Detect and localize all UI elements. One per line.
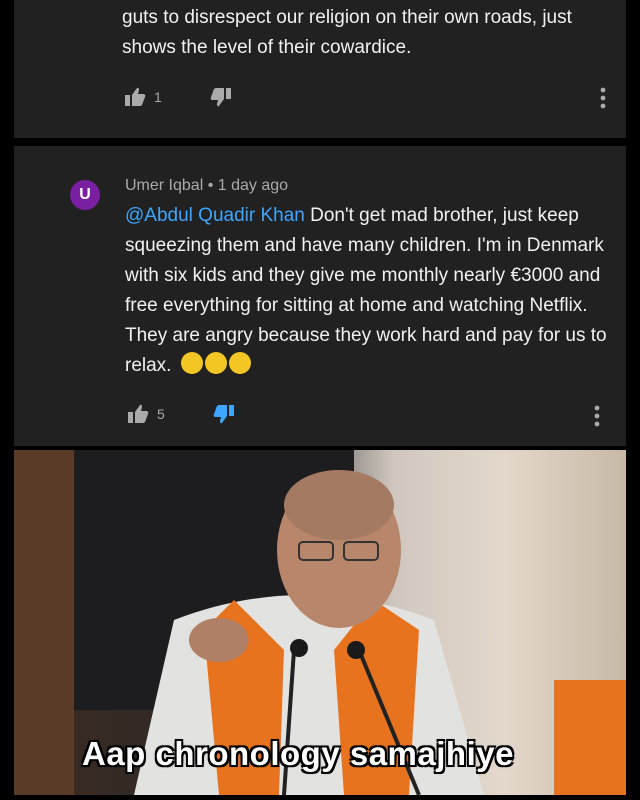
comment-text: @Abdul Quadir Khan Don't get mad brother… <box>125 201 615 381</box>
comment-actions: 1 <box>122 84 234 110</box>
comment-meta: Umer Iqbal • 1 day ago <box>125 177 288 195</box>
comment-body: Don't get mad brother, just keep squeezi… <box>125 205 607 376</box>
meme-image: Aap chronology samajhiye <box>14 450 626 795</box>
like-count: 1 <box>154 89 162 105</box>
thumbs-up-icon[interactable] <box>122 84 148 110</box>
comment-time: 1 day ago <box>217 177 289 194</box>
author-name[interactable]: Umer Iqbal <box>125 177 203 194</box>
laughing-emoji-group <box>180 352 253 376</box>
comment-text: guts to disrespect our religion on their… <box>122 7 572 58</box>
comment-card-previous: guts to disrespect our religion on their… <box>14 0 626 138</box>
meme-caption: Aap chronology samajhiye <box>82 735 514 772</box>
avatar[interactable]: U <box>70 180 100 210</box>
more-options-icon[interactable] <box>592 404 602 428</box>
thumbs-down-icon[interactable] <box>211 401 237 427</box>
comment-actions: 5 <box>125 401 237 427</box>
laughing-emoji-icon <box>228 352 251 374</box>
more-options-icon[interactable] <box>598 86 608 110</box>
laughing-emoji-icon <box>204 352 227 374</box>
thumbs-down-icon[interactable] <box>208 84 234 110</box>
like-count: 5 <box>157 406 165 422</box>
laughing-emoji-icon <box>180 352 203 374</box>
meta-separator: • <box>207 177 214 194</box>
comment-card-reply: U Umer Iqbal • 1 day ago @Abdul Quadir K… <box>14 146 626 446</box>
mention-link[interactable]: @Abdul Quadir Khan <box>125 205 305 226</box>
thumbs-up-icon[interactable] <box>125 401 151 427</box>
